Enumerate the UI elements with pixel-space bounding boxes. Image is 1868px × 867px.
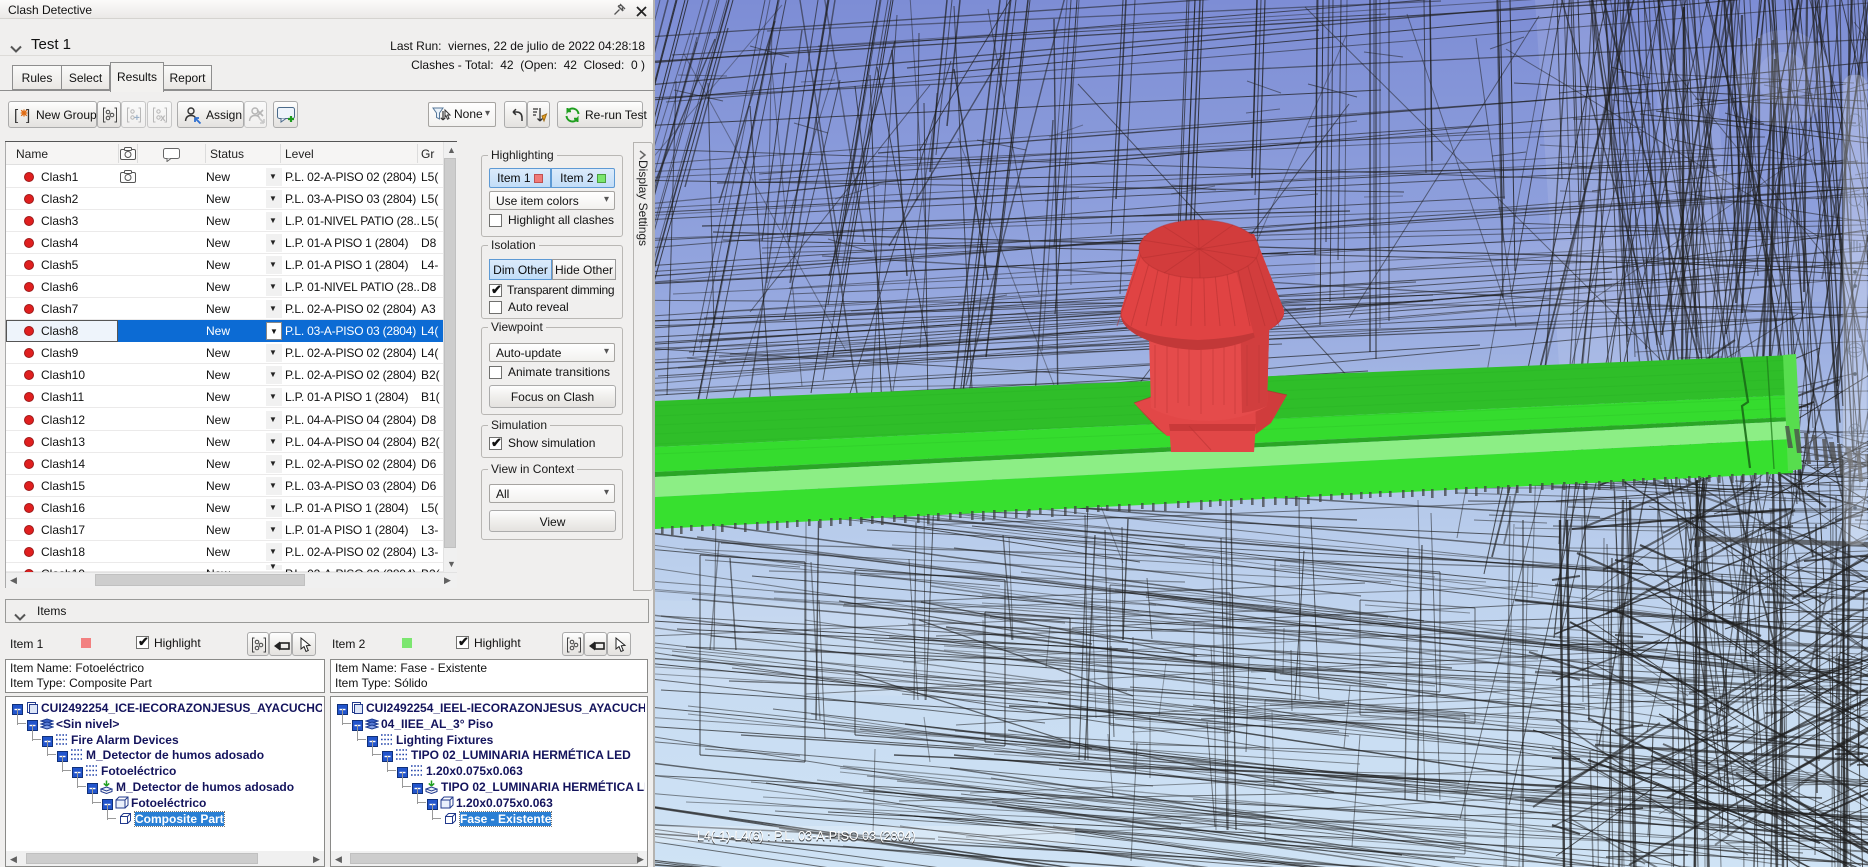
svg-text:x: x (160, 113, 166, 123)
svg-text:[: [ (14, 107, 19, 124)
svg-text:L4(-1)-L4(6) : P.L. 03-A-PISO: L4(-1)-L4(6) : P.L. 03-A-PISO 03 (2804) (697, 829, 916, 843)
svg-text:+: + (134, 113, 140, 123)
